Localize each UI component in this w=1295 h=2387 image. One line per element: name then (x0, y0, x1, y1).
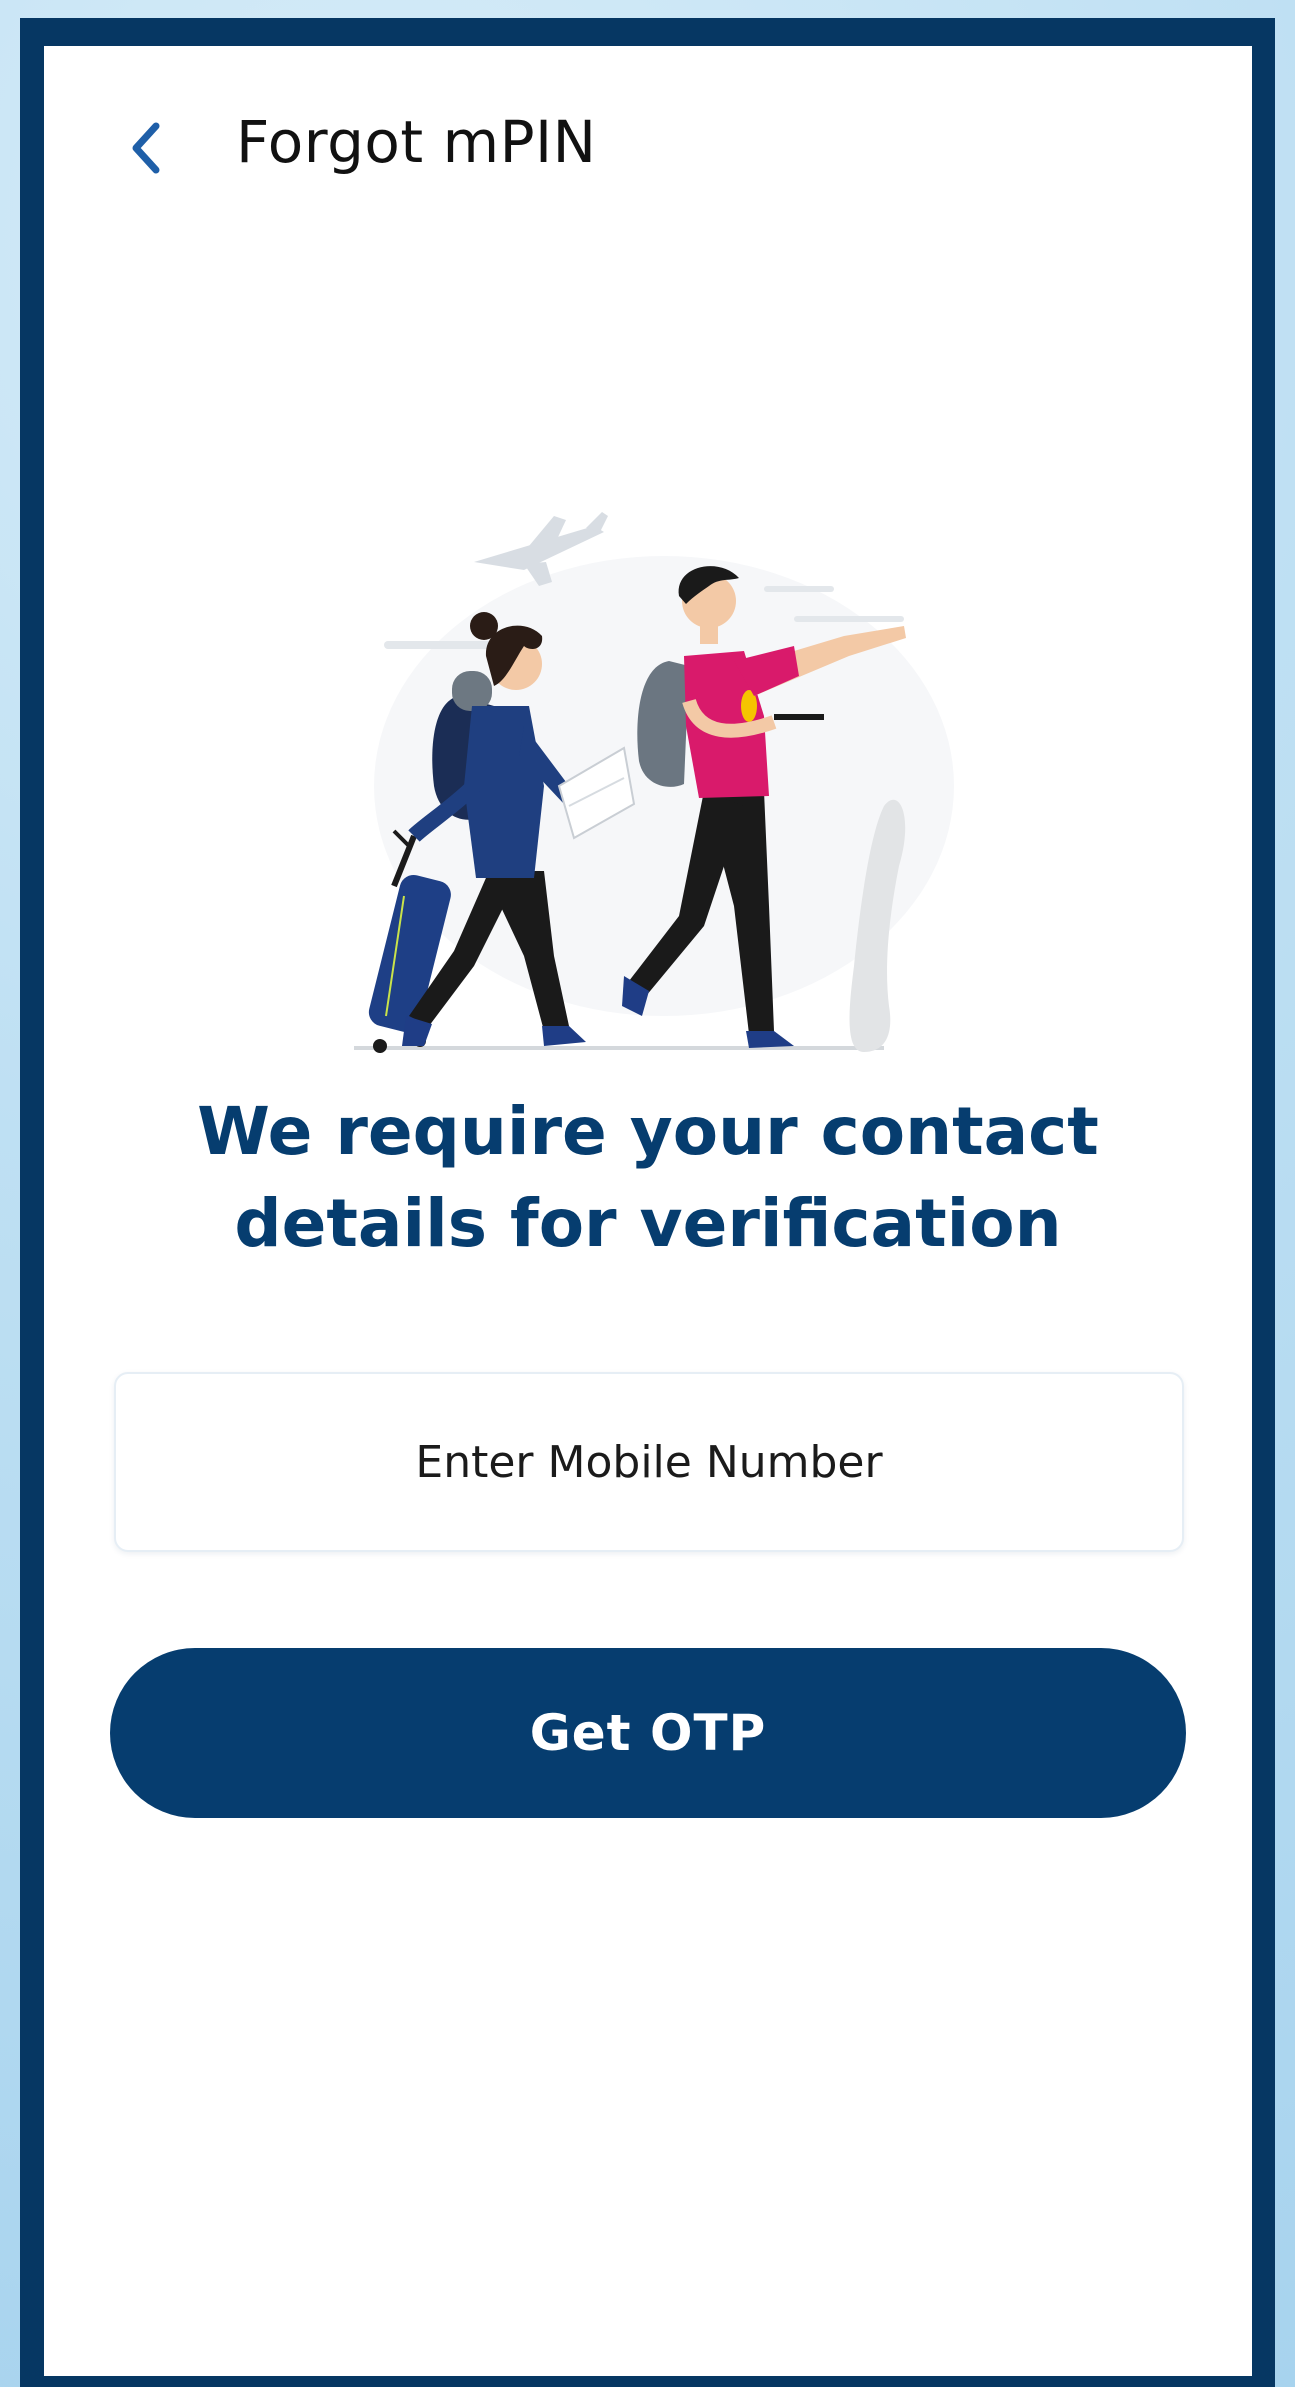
get-otp-button[interactable]: Get OTP (110, 1648, 1186, 1818)
page-title: Forgot mPIN (236, 108, 597, 176)
back-button[interactable] (116, 118, 176, 178)
app-screen: Forgot mPIN We require your contact deta… (44, 46, 1252, 2376)
mobile-number-field[interactable] (114, 1372, 1184, 1552)
travelers-illustration (354, 512, 954, 1053)
header: Forgot mPIN (44, 46, 1252, 246)
verification-heading: We require your contact details for veri… (197, 1093, 1099, 1262)
chevron-left-icon (132, 122, 160, 174)
mobile-number-input[interactable] (116, 1373, 1182, 1551)
